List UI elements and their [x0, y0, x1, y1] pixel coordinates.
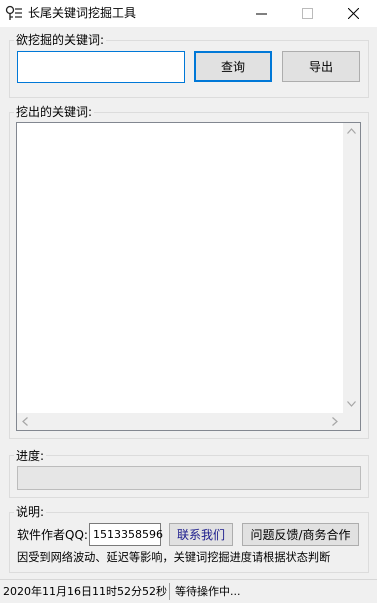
feedback-button-label: 问题反馈/商务合作	[250, 528, 351, 542]
status-message: 等待操作中...	[175, 585, 241, 598]
contact-us-label: 联系我们	[176, 528, 225, 542]
vertical-scrollbar[interactable]	[343, 123, 360, 413]
results-group-label: 挖出的关键词:	[14, 105, 95, 119]
progress-bar	[17, 466, 361, 490]
scroll-left-button[interactable]	[17, 413, 34, 430]
keyword-input[interactable]	[17, 51, 185, 83]
maximize-button[interactable]	[285, 0, 331, 27]
horizontal-scrollbar[interactable]	[17, 413, 343, 430]
search-group-label: 欲挖掘的关键词:	[14, 33, 107, 47]
results-listbox[interactable]	[16, 122, 361, 431]
notice-text: 因受到网络波动、延迟等影响，关键词挖掘进度请根据状态判断	[17, 551, 331, 564]
query-button[interactable]: 查询	[194, 51, 272, 82]
status-bar: 2020年11月16日11时52分52秒 等待操作中...	[0, 579, 377, 603]
author-qq-field[interactable]: 1513358596	[89, 523, 163, 546]
author-qq-value: 1513358596	[93, 528, 163, 541]
chevron-down-icon	[347, 401, 356, 407]
minimize-icon	[256, 13, 267, 15]
chevron-right-icon	[332, 417, 338, 426]
scroll-down-button[interactable]	[343, 396, 360, 413]
maximize-icon	[302, 8, 313, 19]
title-bar[interactable]: 长尾关键词挖掘工具	[0, 0, 377, 27]
progress-group-label: 进度:	[14, 449, 47, 463]
chevron-up-icon	[347, 128, 356, 134]
chevron-left-icon	[22, 417, 28, 426]
scroll-up-button[interactable]	[343, 123, 360, 140]
contact-us-button[interactable]: 联系我们	[169, 523, 233, 546]
feedback-button[interactable]: 问题反馈/商务合作	[242, 523, 359, 546]
close-icon	[348, 8, 359, 19]
app-icon	[5, 5, 23, 21]
scroll-right-button[interactable]	[326, 413, 343, 430]
info-group-label: 说明:	[14, 505, 47, 519]
scrollbar-corner	[343, 413, 360, 430]
status-datetime: 2020年11月16日11时52分52秒	[3, 585, 167, 598]
minimize-button[interactable]	[239, 0, 285, 27]
export-button-label: 导出	[308, 60, 333, 74]
author-qq-label: 软件作者QQ:	[17, 528, 88, 542]
window-title: 长尾关键词挖掘工具	[28, 6, 137, 20]
export-button[interactable]: 导出	[282, 51, 360, 82]
close-button[interactable]	[331, 0, 377, 27]
status-separator	[169, 583, 170, 600]
query-button-label: 查询	[220, 60, 245, 74]
